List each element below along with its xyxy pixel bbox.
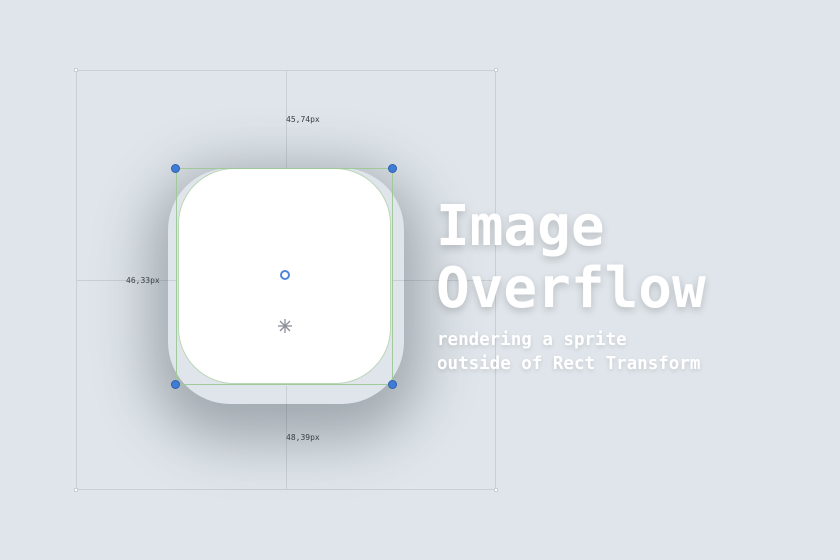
anchor-star-icon[interactable]	[275, 316, 295, 336]
subtitle-line-2: outside of Rect Transform	[437, 354, 701, 374]
title-line-2: Overflow	[436, 256, 706, 321]
measure-left-label: 46,33px	[126, 276, 160, 285]
resize-handle-bottom-left[interactable]	[172, 381, 179, 388]
rect-transform-left-edge[interactable]	[176, 168, 177, 384]
measure-top-label: 45,74px	[286, 115, 320, 124]
resize-handle-top-left[interactable]	[172, 165, 179, 172]
resize-handle-top-right[interactable]	[389, 165, 396, 172]
title-heading: Image Overflow	[436, 196, 706, 320]
bounds-corner-top-left[interactable]	[74, 68, 78, 72]
rect-transform-right-edge[interactable]	[392, 168, 393, 384]
bounds-corner-bottom-left[interactable]	[74, 488, 78, 492]
rect-transform-bottom-edge[interactable]	[176, 384, 392, 385]
subtitle-line-1: rendering a sprite	[437, 330, 627, 350]
rect-transform-top-edge[interactable]	[176, 168, 392, 169]
bounds-corner-bottom-right[interactable]	[494, 488, 498, 492]
pivot-circle-icon[interactable]	[280, 270, 290, 280]
title-line-1: Image	[436, 194, 605, 259]
subtitle: rendering a sprite outside of Rect Trans…	[437, 328, 700, 376]
resize-handle-bottom-right[interactable]	[389, 381, 396, 388]
measure-bottom-label: 48,39px	[286, 433, 320, 442]
bounds-corner-top-right[interactable]	[494, 68, 498, 72]
